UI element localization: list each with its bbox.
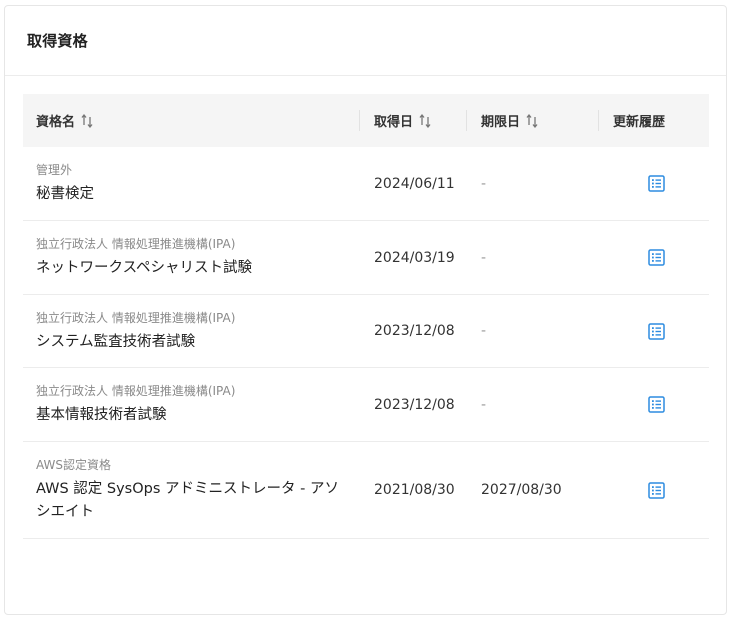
- table-row: 管理外 秘書検定 2024/06/11 -: [23, 147, 709, 221]
- qualifications-card: 取得資格 資格名 取得日 期限日 更新履歴 管理外 秘書検定 2024/06/1…: [4, 5, 727, 615]
- header-history-label: 更新履歴: [613, 115, 666, 130]
- acquired-date: 2023/12/08: [374, 323, 455, 339]
- header-acquired-label: 取得日: [374, 115, 414, 130]
- issuer-label: AWS認定資格: [36, 458, 112, 472]
- header-expiry-label: 期限日: [481, 115, 521, 130]
- expiry-date: -: [481, 249, 487, 266]
- issuer-label: 独立行政法人 情報処理推進機構(IPA): [36, 310, 236, 325]
- expiry-date: -: [481, 175, 487, 192]
- acquired-date: 2024/03/19: [374, 249, 455, 266]
- header-name-label: 資格名: [36, 115, 76, 130]
- issuer-label: 独立行政法人 情報処理推進機構(IPA): [36, 237, 236, 251]
- table-row: AWS認定資格 AWS 認定 SysOps アドミニストレータ - アソシエイト…: [23, 442, 709, 539]
- acquired-date: 2021/08/30: [374, 482, 455, 498]
- sort-arrows-icon[interactable]: [526, 113, 538, 129]
- sort-arrows-icon[interactable]: [81, 113, 93, 129]
- qualification-cell: 管理外 秘書検定: [23, 161, 360, 206]
- expiry-date: -: [481, 323, 487, 339]
- history-cell: [599, 481, 709, 499]
- list-icon[interactable]: [644, 249, 665, 266]
- list-icon[interactable]: [644, 175, 665, 192]
- qualification-name: 秘書検定: [36, 186, 94, 202]
- qualification-name: 基本情報技術者試験: [36, 407, 167, 423]
- qualification-name: ネットワークスペシャリスト試験: [36, 260, 253, 276]
- history-cell: [599, 249, 709, 266]
- sort-arrows-icon[interactable]: [419, 113, 431, 129]
- list-icon[interactable]: [644, 481, 665, 499]
- qualification-cell: 独立行政法人 情報処理推進機構(IPA) 基本情報技術者試験: [23, 382, 360, 427]
- table-row: 独立行政法人 情報処理推進機構(IPA) ネットワークスペシャリスト試験 202…: [23, 221, 709, 295]
- list-icon[interactable]: [644, 396, 665, 413]
- issuer-label: 独立行政法人 情報処理推進機構(IPA): [36, 384, 236, 398]
- history-cell: [599, 175, 709, 192]
- qualification-cell: 独立行政法人 情報処理推進機構(IPA) ネットワークスペシャリスト試験: [23, 235, 360, 280]
- qualification-name: システム監査技術者試験: [36, 333, 196, 350]
- qualification-name: AWS 認定 SysOps アドミニストレータ - アソシエイト: [36, 481, 339, 520]
- qualification-cell: AWS認定資格 AWS 認定 SysOps アドミニストレータ - アソシエイト: [23, 456, 360, 524]
- header-history: 更新履歴: [599, 94, 709, 147]
- issuer-label: 管理外: [36, 163, 73, 177]
- expiry-date: 2027/08/30: [481, 482, 562, 498]
- card-title: 取得資格: [27, 32, 88, 50]
- qualifications-table: 資格名 取得日 期限日 更新履歴 管理外 秘書検定 2024/06/11 - 独…: [23, 94, 709, 539]
- history-cell: [599, 322, 709, 340]
- table-row: 独立行政法人 情報処理推進機構(IPA) システム監査技術者試験 2023/12…: [23, 295, 709, 368]
- qualification-cell: 独立行政法人 情報処理推進機構(IPA) システム監査技術者試験: [23, 309, 360, 354]
- expiry-date: -: [481, 396, 487, 413]
- history-cell: [599, 396, 709, 413]
- card-header: 取得資格: [5, 6, 726, 76]
- header-expiry[interactable]: 期限日: [467, 94, 599, 147]
- acquired-date: 2023/12/08: [374, 396, 455, 413]
- list-icon[interactable]: [644, 322, 665, 340]
- header-acquired[interactable]: 取得日: [360, 94, 467, 147]
- header-name[interactable]: 資格名: [23, 94, 360, 147]
- table-row: 独立行政法人 情報処理推進機構(IPA) 基本情報技術者試験 2023/12/0…: [23, 368, 709, 442]
- table-header: 資格名 取得日 期限日 更新履歴: [23, 94, 709, 147]
- acquired-date: 2024/06/11: [374, 175, 455, 192]
